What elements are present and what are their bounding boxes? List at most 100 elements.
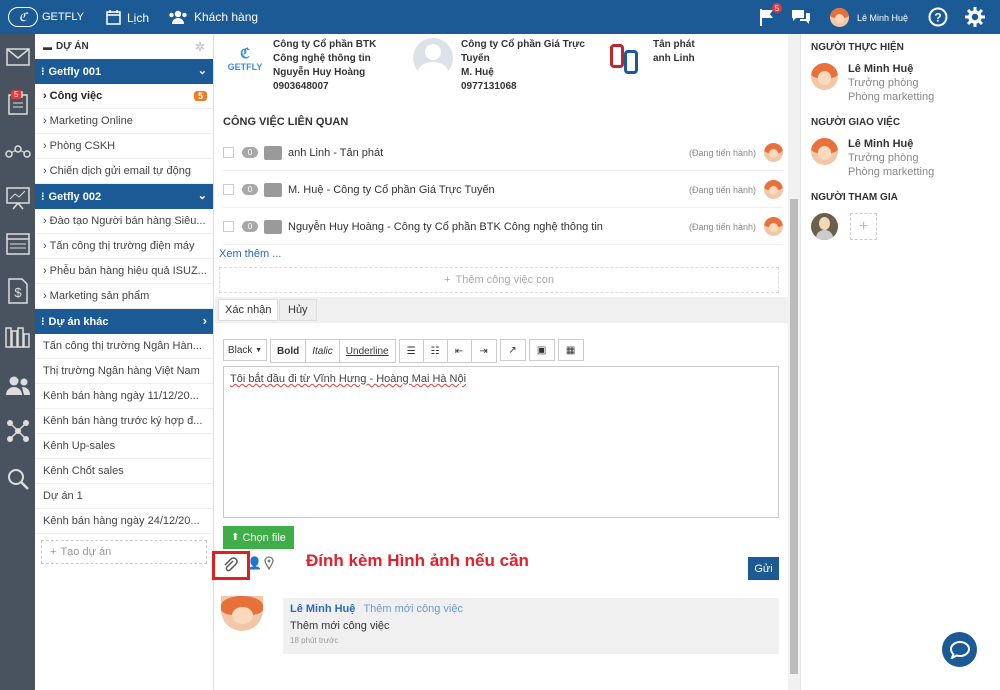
insert-video-button[interactable]: ▦ xyxy=(557,339,584,361)
related-task-row[interactable]: 0 M. Huệ - Công ty Cổ phần Giá Trực Tuyế… xyxy=(223,172,783,208)
scrollbar-thumb[interactable] xyxy=(790,199,798,674)
project-item[interactable]: Tấn công thị trường Ngân Hàn... xyxy=(35,334,213,359)
underline-button[interactable]: Underline xyxy=(339,340,395,362)
indent-button[interactable]: ⇥ xyxy=(471,340,496,362)
nav-calendar[interactable]: Lịch xyxy=(106,10,149,25)
numbered-list-button[interactable]: ☷ xyxy=(423,340,448,362)
add-project-button[interactable]: + Tạo dự án xyxy=(41,540,207,564)
project-item[interactable]: › Marketing sản phẩm xyxy=(35,284,213,309)
sidebar-presentation[interactable] xyxy=(0,181,35,215)
comment-count: 0 xyxy=(242,147,258,158)
project-item[interactable]: › Marketing Online xyxy=(35,109,213,134)
task-checkbox[interactable] xyxy=(223,147,234,158)
performer-card[interactable]: Lê Minh Huệ Trưởng phòng Phòng markettin… xyxy=(811,63,1000,103)
assignee-avatar xyxy=(764,180,783,199)
contact-card[interactable]: Công ty Cổ phần Giá Trực Tuyến M. Huệ 09… xyxy=(413,38,591,94)
tab-confirm[interactable]: Xác nhận xyxy=(218,299,279,321)
related-task-row[interactable]: 0 Nguyễn Huy Hoàng - Công ty Cổ phần BTK… xyxy=(223,209,783,245)
location-button[interactable] xyxy=(264,556,274,573)
help-icon: ? xyxy=(928,7,948,27)
comment-editor[interactable]: Tôi bắt đầu đi từ Vĩnh Hưng - Hoàng Mai … xyxy=(223,366,779,518)
indent-icon: ⇥ xyxy=(479,345,488,357)
notification-count: 5 xyxy=(772,3,782,13)
sidebar-search[interactable] xyxy=(0,462,35,496)
app-logo[interactable]: ℭ GETFLY xyxy=(8,7,84,27)
sidebar-finance[interactable]: $ xyxy=(0,274,35,308)
user-avatar xyxy=(830,8,849,27)
comment-action: Thêm mới công việc xyxy=(363,603,463,615)
location-pin-icon xyxy=(264,556,274,571)
task-checkbox[interactable] xyxy=(223,184,234,195)
project-item[interactable]: Thị trường Ngân hàng Việt Nam xyxy=(35,359,213,384)
briefcase-icon: ▬ xyxy=(43,41,52,52)
participant-avatar[interactable] xyxy=(811,213,838,240)
related-task-row[interactable]: 0 anh Linh - Tân phát (Đang tiến hành) xyxy=(223,135,783,171)
project-item[interactable]: › Phễu bán hàng hiệu quả ISUZ... xyxy=(35,259,213,284)
svg-text:$: $ xyxy=(14,285,22,300)
project-item[interactable]: Kênh bán hàng ngày 24/12/20... xyxy=(35,509,213,534)
comment-author[interactable]: Lê Minh Huệ xyxy=(290,603,355,615)
gear-icon xyxy=(965,7,985,27)
add-participant-button[interactable]: + xyxy=(850,213,877,240)
project-group-getfly-002[interactable]: ⁝ Getfly 002 ⌄ xyxy=(35,184,213,209)
project-group-other[interactable]: ⁝ Dự án khác › xyxy=(35,309,213,334)
project-item[interactable]: › Chiến dịch gửi email tự động xyxy=(35,159,213,184)
notifications-button[interactable]: 5 xyxy=(756,3,782,28)
nav-customers[interactable]: Khách hàng xyxy=(168,10,258,24)
project-item[interactable]: › Tấn công thị trường điện máy xyxy=(35,234,213,259)
italic-button[interactable]: Italic xyxy=(306,340,340,362)
settings-button[interactable] xyxy=(964,6,986,28)
project-item[interactable]: Kênh Up-sales xyxy=(35,434,213,459)
project-item[interactable]: Kênh bán hàng trước ký hợp đ... xyxy=(35,409,213,434)
task-checkbox[interactable] xyxy=(223,221,234,232)
people-icon xyxy=(5,376,30,395)
contact-card[interactable]: Tân phát anh Linh xyxy=(607,38,753,78)
tan-phat-logo-icon xyxy=(607,38,645,78)
sidebar-workflow[interactable] xyxy=(0,135,35,169)
see-more-link[interactable]: Xem thêm ... xyxy=(219,248,281,260)
attach-file-button[interactable] xyxy=(222,557,238,576)
choose-file-button[interactable]: ⬆ Chọn file xyxy=(223,526,294,549)
project-item[interactable]: › Công việc 5 xyxy=(35,84,213,109)
sidebar-tasks[interactable]: 5 xyxy=(0,86,35,120)
task-detail: ℭ GETFLY Công ty Cổ phần BTK Công nghệ t… xyxy=(212,34,788,690)
mention-button[interactable]: 👤 xyxy=(247,556,262,570)
user-menu[interactable]: Lê Minh Huệ xyxy=(830,8,908,27)
sidebar-network[interactable] xyxy=(0,414,35,448)
project-group-getfly-001[interactable]: ⁝ Getfly 001 ⌄ xyxy=(35,59,213,84)
settings-small-icon[interactable]: ✲ xyxy=(195,40,205,54)
project-item[interactable]: › Phòng CSKH xyxy=(35,134,213,159)
help-button[interactable]: ? xyxy=(927,6,949,28)
contact-card[interactable]: ℭ GETFLY Công ty Cổ phần BTK Công nghệ t… xyxy=(225,38,393,94)
sidebar-mail[interactable] xyxy=(0,40,35,74)
send-button[interactable]: Gửi xyxy=(748,557,779,580)
comment-count: 0 xyxy=(242,184,258,195)
related-tasks-title: CÔNG VIỆC LIÊN QUAN xyxy=(223,116,349,128)
people-panel: NGƯỜI THỰC HIỆN Lê Minh Huệ Trưởng phòng… xyxy=(800,34,1000,690)
comment-time: 18 phút trước xyxy=(290,636,339,645)
chat-button[interactable] xyxy=(790,6,812,28)
sidebar-contacts[interactable] xyxy=(0,368,35,402)
bullet-list-button[interactable]: ☰ xyxy=(399,340,424,362)
add-subtask-button[interactable]: + Thêm công việc con xyxy=(219,267,779,293)
link-button[interactable]: ↗ xyxy=(499,339,526,361)
outdent-icon: ⇤ xyxy=(454,345,464,357)
floating-chat-button[interactable] xyxy=(942,632,977,667)
numbered-list-icon: ☷ xyxy=(430,345,440,357)
project-item[interactable]: Dự án 1 xyxy=(35,484,213,509)
main-scrollbar[interactable] xyxy=(788,34,800,690)
project-item[interactable]: Kênh Chốt sales xyxy=(35,459,213,484)
sidebar-library[interactable] xyxy=(0,320,35,354)
chevron-down-icon: ⌄ xyxy=(197,190,207,202)
project-item[interactable]: › Đào tạo Người bán hàng Siêu... xyxy=(35,209,213,234)
tab-cancel[interactable]: Hủy xyxy=(279,299,317,321)
performer-title: NGƯỜI THỰC HIỆN xyxy=(811,42,904,53)
assigner-card[interactable]: Lê Minh Huệ Trưởng phòng Phòng markettin… xyxy=(811,138,1000,178)
project-item[interactable]: Kênh bán hàng ngày 11/12/20... xyxy=(35,384,213,409)
outdent-button[interactable]: ⇤ xyxy=(447,340,472,362)
insert-image-button[interactable]: ▣ xyxy=(528,339,555,361)
mail-icon xyxy=(5,48,30,66)
font-color-select[interactable]: Black ▼ xyxy=(223,339,267,361)
bold-button[interactable]: Bold xyxy=(271,340,307,362)
sidebar-reports[interactable] xyxy=(0,227,35,261)
